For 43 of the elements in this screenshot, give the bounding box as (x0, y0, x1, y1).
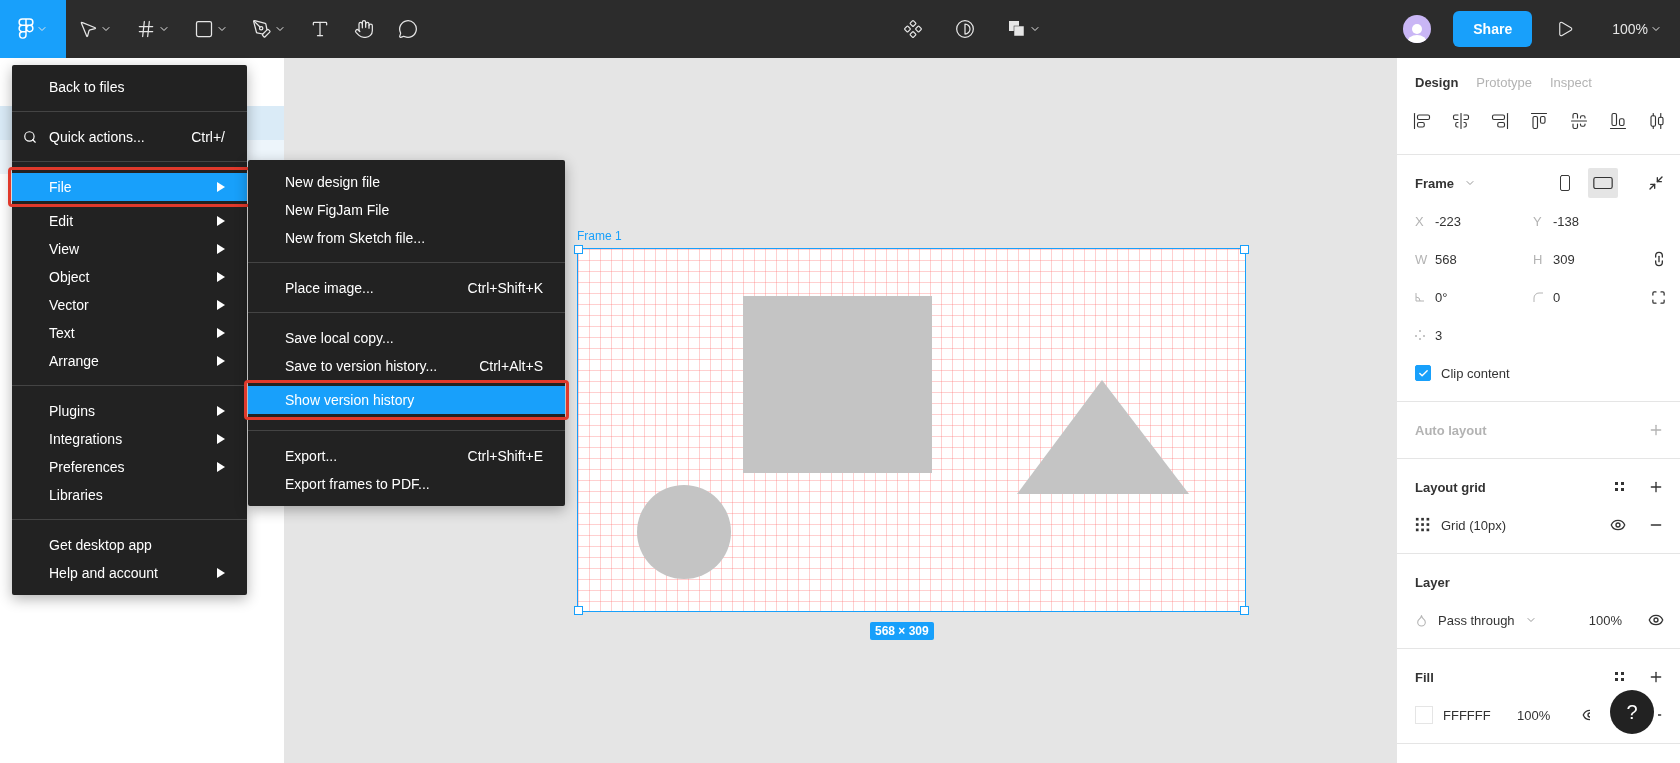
menu-item[interactable]: Export... Ctrl+Shift+E (248, 442, 565, 470)
menu-item[interactable]: Back to files (12, 73, 247, 101)
menu-item[interactable]: Plugins (12, 397, 247, 425)
number-field[interactable]: 3 (1415, 323, 1533, 347)
menu-item[interactable]: New FigJam File (248, 196, 565, 224)
menu-item[interactable]: Save to version history... Ctrl+Alt+S (248, 352, 565, 380)
number-field[interactable]: 0° (1415, 285, 1533, 309)
menu-item[interactable]: Object (12, 263, 247, 291)
menu-item[interactable]: Get desktop app (12, 531, 247, 559)
number-field[interactable]: W 568 (1415, 247, 1533, 271)
menu-item[interactable]: Arrange (12, 347, 247, 375)
panel-tab[interactable]: Design (1415, 74, 1459, 90)
menu-item[interactable]: Place image... Ctrl+Shift+K (248, 274, 565, 302)
opacity-value[interactable]: 100% (1588, 612, 1622, 628)
number-field[interactable]: Y -138 (1533, 209, 1651, 233)
section-title: Fill (1415, 669, 1434, 685)
zoom-dropdown[interactable]: 100% (1606, 21, 1668, 37)
grid-label[interactable]: Grid (10px) (1441, 517, 1507, 533)
menu-item[interactable]: Vector (12, 291, 247, 319)
section-title[interactable]: Frame (1415, 175, 1455, 191)
section-title: Auto layout (1415, 422, 1487, 438)
size-badge: 568 × 309 (870, 622, 934, 640)
menu-item[interactable]: Export frames to PDF... (248, 470, 565, 498)
menu-item[interactable]: Edit (12, 207, 247, 235)
checkbox-label: Clip content (1441, 365, 1510, 381)
menu-item[interactable]: View (12, 235, 247, 263)
menu-item[interactable]: New design file (248, 168, 565, 196)
menu-item[interactable]: Quick actions... Ctrl+/ (12, 123, 247, 151)
menu-item[interactable]: Preferences (12, 453, 247, 481)
blend-mode-dropdown[interactable]: Pass through (1438, 612, 1515, 628)
menu-item[interactable]: New from Sketch file... (248, 224, 565, 252)
menu-item[interactable]: Libraries (12, 481, 247, 509)
menu-item[interactable]: Help and account (12, 559, 247, 587)
menu-item[interactable]: Text (12, 319, 247, 347)
opacity-value[interactable]: 100% (1517, 707, 1551, 723)
number-field[interactable]: X -223 (1415, 209, 1533, 233)
number-field[interactable]: H 309 (1533, 247, 1651, 271)
section-title: Layer (1415, 574, 1450, 590)
number-field[interactable]: 0 (1533, 285, 1651, 309)
menu-item[interactable]: Save local copy... (248, 324, 565, 352)
hex-value[interactable]: FFFFFF (1443, 707, 1507, 723)
section-title: Layout grid (1415, 479, 1486, 495)
menu-item[interactable]: Integrations (12, 425, 247, 453)
